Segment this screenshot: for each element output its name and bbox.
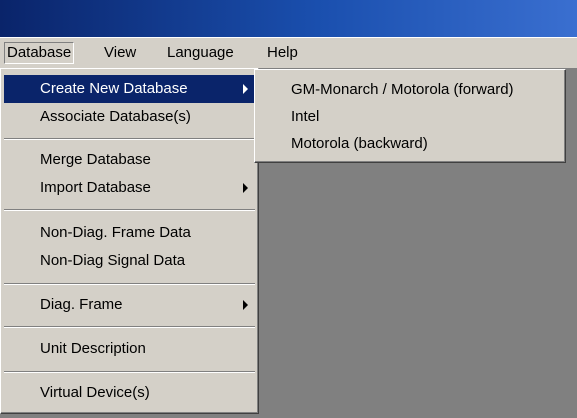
menu-view[interactable]: View	[101, 42, 139, 64]
submenu-item-intel[interactable]: Intel	[258, 103, 562, 131]
menu-item-label: Import Database	[40, 179, 151, 196]
menu-help[interactable]: Help	[264, 42, 301, 64]
submenu-item-label: Motorola (backward)	[291, 135, 428, 152]
menu-item-non-diag-signal-data[interactable]: Non-Diag Signal Data	[4, 247, 258, 275]
menu-database[interactable]: Database	[4, 42, 75, 64]
submenu-arrow-icon	[243, 300, 248, 310]
menu-item-create-new-database[interactable]: Create New Database	[4, 75, 258, 103]
menu-item-label: Diag. Frame	[40, 296, 123, 313]
menu-item-label: Associate Database(s)	[40, 108, 191, 125]
create-database-submenu: GM-Monarch / Motorola (forward) Intel Mo…	[254, 69, 566, 163]
submenu-item-gm-monarch[interactable]: GM-Monarch / Motorola (forward)	[258, 76, 562, 104]
menu-item-label: Unit Description	[40, 340, 146, 357]
menu-separator	[4, 209, 255, 211]
menu-separator	[4, 138, 255, 140]
submenu-arrow-icon	[243, 84, 248, 94]
database-menu: Create New Database Associate Database(s…	[0, 68, 259, 414]
menu-item-unit-description[interactable]: Unit Description	[4, 335, 258, 363]
menu-separator	[4, 371, 255, 373]
menu-bar: Database View Language Help	[0, 38, 577, 68]
submenu-item-label: Intel	[291, 108, 320, 125]
submenu-arrow-icon	[243, 183, 248, 193]
menu-item-label: Virtual Device(s)	[40, 384, 150, 401]
menu-separator	[4, 283, 255, 285]
menu-item-non-diag-frame-data[interactable]: Non-Diag. Frame Data	[4, 219, 258, 247]
menu-item-label: Merge Database	[40, 151, 151, 168]
menu-item-diag-frame[interactable]: Diag. Frame	[4, 291, 258, 319]
menu-item-import-database[interactable]: Import Database	[4, 174, 258, 202]
submenu-item-motorola-backward[interactable]: Motorola (backward)	[258, 130, 562, 158]
window-titlebar	[0, 0, 577, 37]
menu-item-merge-database[interactable]: Merge Database	[4, 146, 258, 174]
menu-item-label: Non-Diag. Frame Data	[40, 224, 191, 241]
menu-language[interactable]: Language	[164, 42, 237, 64]
menu-item-label: Create New Database	[40, 80, 188, 97]
menu-separator	[4, 326, 255, 328]
submenu-item-label: GM-Monarch / Motorola (forward)	[291, 81, 514, 98]
menu-item-virtual-devices[interactable]: Virtual Device(s)	[4, 379, 258, 407]
menu-item-associate-database[interactable]: Associate Database(s)	[4, 103, 258, 131]
menu-item-label: Non-Diag Signal Data	[40, 252, 186, 269]
